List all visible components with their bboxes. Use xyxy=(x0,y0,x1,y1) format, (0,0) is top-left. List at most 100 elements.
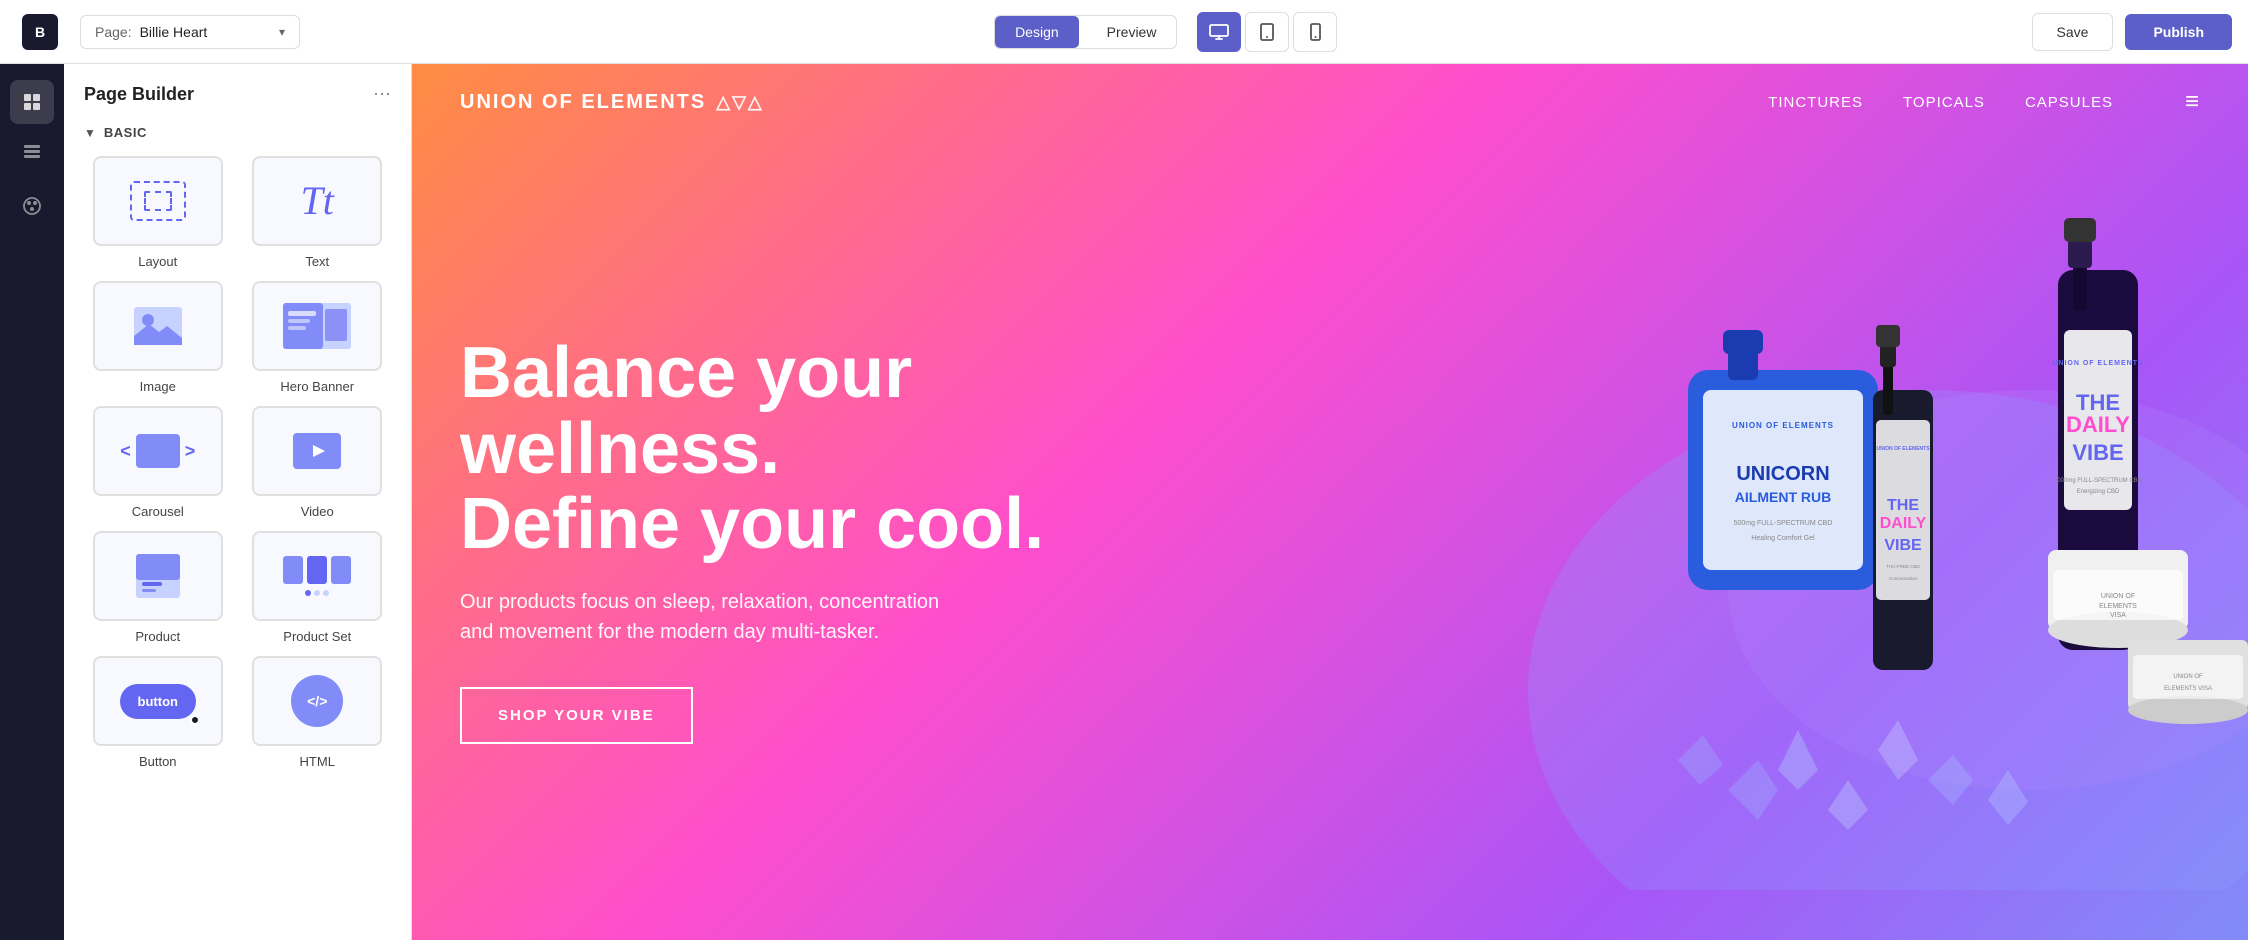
tablet-view-button[interactable] xyxy=(1245,12,1289,52)
svg-text:1000mg FULL-SPECTRUM CBD: 1000mg FULL-SPECTRUM CBD xyxy=(2054,478,2143,484)
desktop-view-button[interactable] xyxy=(1197,12,1241,52)
device-buttons xyxy=(1197,12,1337,52)
design-mode-button[interactable]: Design xyxy=(995,16,1079,48)
widget-product-set-label: Product Set xyxy=(283,629,351,644)
hero-logo-triangles: △▽△ xyxy=(716,92,764,113)
hero-nav: UNION OF ELEMENTS △▽△ TINCTURES TOPICALS… xyxy=(412,64,2248,140)
sidebar-header: Page Builder ⋯ xyxy=(64,64,411,117)
svg-text:Concentration: Concentration xyxy=(1889,576,1918,581)
sidebar-menu-icon[interactable]: ⋯ xyxy=(373,84,391,105)
widget-image[interactable]: Image xyxy=(84,281,232,394)
widget-html-label: HTML xyxy=(300,754,335,769)
canvas-area: UNION OF ELEMENTS △▽△ TINCTURES TOPICALS… xyxy=(412,64,2248,940)
hero-subtext: Our products focus on sleep, relaxation,… xyxy=(460,587,940,647)
canvas-frame: UNION OF ELEMENTS △▽△ TINCTURES TOPICALS… xyxy=(412,64,2248,940)
widget-text-icon-box: Tt xyxy=(252,156,382,246)
svg-text:VIBE: VIBE xyxy=(2072,440,2123,465)
svg-text:VISA: VISA xyxy=(2110,612,2126,619)
publish-button[interactable]: Publish xyxy=(2125,14,2232,50)
widget-button-icon-box: button xyxy=(93,656,223,746)
product-set-icon xyxy=(283,556,351,596)
svg-text:THE: THE xyxy=(1887,497,1919,514)
widget-layout[interactable]: Layout xyxy=(84,156,232,269)
hero-logo-text: UNION OF ELEMENTS xyxy=(460,91,706,114)
hero-banner-preview: UNION OF ELEMENTS △▽△ TINCTURES TOPICALS… xyxy=(412,64,2248,940)
svg-text:UNION OF ELEMENTS: UNION OF ELEMENTS xyxy=(1876,446,1930,452)
icon-bar-palette[interactable] xyxy=(10,184,54,228)
widget-product-label: Product xyxy=(135,629,180,644)
icon-bar-home[interactable] xyxy=(10,80,54,124)
svg-text:AILMENT RUB: AILMENT RUB xyxy=(1735,489,1831,505)
mobile-view-button[interactable] xyxy=(1293,12,1337,52)
svg-text:DAILY: DAILY xyxy=(1880,515,1927,532)
sidebar-title: Page Builder xyxy=(84,84,194,105)
page-name: Billie Heart xyxy=(140,24,208,40)
section-label: BASIC xyxy=(104,125,147,140)
widget-carousel-icon-box: < > xyxy=(93,406,223,496)
widget-layout-icon-box xyxy=(93,156,223,246)
main-area: Page Builder ⋯ ▼ BASIC Layout Tt xyxy=(0,64,2248,940)
widget-product-set[interactable]: Product Set xyxy=(244,531,392,644)
nav-link-topicals: TOPICALS xyxy=(1903,94,1985,111)
widget-video[interactable]: Video xyxy=(244,406,392,519)
hero-headline-line1: Balance your wellness. xyxy=(460,333,912,489)
logo-area: B xyxy=(16,8,64,56)
text-icon: Tt xyxy=(301,181,334,221)
svg-text:UNION OF: UNION OF xyxy=(2101,593,2135,600)
hero-products: UNION OF ELEMENTS THE DAILY VIBE 1000mg … xyxy=(1238,140,2248,940)
svg-text:UNION OF ELEMENTS: UNION OF ELEMENTS xyxy=(1732,421,1834,430)
video-icon xyxy=(293,433,341,469)
page-label: Page: xyxy=(95,24,132,40)
svg-text:ELEMENTS VISA: ELEMENTS VISA xyxy=(2164,686,2212,692)
button-icon: button xyxy=(120,684,196,719)
svg-text:Healing Comfort Gel: Healing Comfort Gel xyxy=(1751,535,1815,542)
widget-hero-banner-label: Hero Banner xyxy=(280,379,354,394)
product-icon xyxy=(132,550,184,602)
nav-link-tinctures: TINCTURES xyxy=(1768,94,1863,111)
topbar: B Page: Billie Heart ▾ Design Preview xyxy=(0,0,2248,64)
widget-carousel-label: Carousel xyxy=(132,504,184,519)
widget-hero-banner[interactable]: Hero Banner xyxy=(244,281,392,394)
svg-text:UNICORN: UNICORN xyxy=(1736,463,1829,485)
image-icon xyxy=(131,304,185,348)
widget-grid: Layout Tt Text Image xyxy=(64,148,411,785)
section-header-basic[interactable]: ▼ BASIC xyxy=(64,117,411,148)
product-illustration: UNION OF ELEMENTS THE DAILY VIBE 1000mg … xyxy=(1428,190,2248,890)
svg-text:UNION OF: UNION OF xyxy=(2173,674,2203,680)
hero-content: Balance your wellness. Define your cool.… xyxy=(412,140,2248,940)
layout-icon xyxy=(130,181,186,221)
svg-text:THC-FREE CBD: THC-FREE CBD xyxy=(1886,564,1920,569)
hero-cta-button[interactable]: SHOP YOUR VIBE xyxy=(460,687,693,744)
page-dropdown-arrow: ▾ xyxy=(279,25,285,39)
svg-text:ELEMENTS: ELEMENTS xyxy=(2099,603,2137,610)
page-selector[interactable]: Page: Billie Heart ▾ xyxy=(80,15,300,49)
widget-image-icon-box xyxy=(93,281,223,371)
svg-text:VIBE: VIBE xyxy=(1884,537,1922,554)
sidebar: Page Builder ⋯ ▼ BASIC Layout Tt xyxy=(64,64,412,940)
widget-text[interactable]: Tt Text xyxy=(244,156,392,269)
svg-text:Energizing CBD: Energizing CBD xyxy=(2077,489,2120,495)
widget-button-label: Button xyxy=(139,754,177,769)
widget-hero-banner-icon-box xyxy=(252,281,382,371)
widget-button[interactable]: button Button xyxy=(84,656,232,769)
topbar-center: Design Preview xyxy=(316,12,2016,52)
widget-html[interactable]: </> HTML xyxy=(244,656,392,769)
widget-html-icon-box: </> xyxy=(252,656,382,746)
icon-bar-layers[interactable] xyxy=(10,132,54,176)
hero-text: Balance your wellness. Define your cool.… xyxy=(460,336,1060,744)
preview-mode-button[interactable]: Preview xyxy=(1087,16,1177,48)
widget-carousel[interactable]: < > Carousel xyxy=(84,406,232,519)
topbar-right: Save Publish xyxy=(2032,13,2232,51)
widget-product[interactable]: Product xyxy=(84,531,232,644)
carousel-icon: < > xyxy=(120,434,195,468)
nav-hamburger-icon: ≡ xyxy=(2185,88,2200,116)
svg-text:DAILY: DAILY xyxy=(2066,412,2130,437)
widget-text-label: Text xyxy=(305,254,329,269)
save-button[interactable]: Save xyxy=(2032,13,2114,51)
widget-layout-label: Layout xyxy=(138,254,177,269)
widget-video-icon-box xyxy=(252,406,382,496)
html-icon: </> xyxy=(291,675,343,727)
view-toggle: Design Preview xyxy=(994,15,1177,49)
hero-banner-icon xyxy=(281,301,353,351)
nav-link-capsules: CAPSULES xyxy=(2025,94,2113,111)
